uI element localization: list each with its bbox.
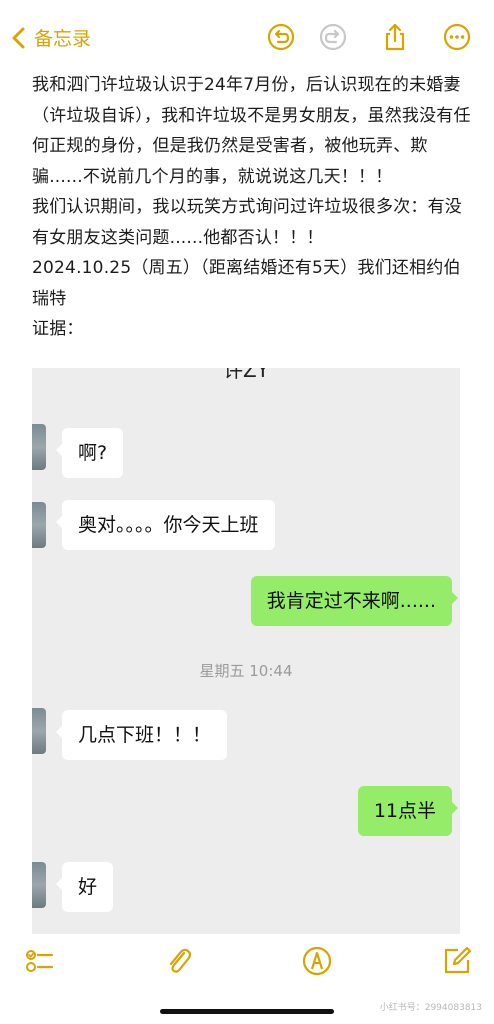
chat-bubble: 我肯定过不来啊...... [250,576,459,626]
chevron-left-icon [12,27,25,48]
note-paragraph: 2024.10.25（周五）（距离结婚还有5天）我们还相约伯瑞特 [32,258,461,309]
avatar [32,708,46,754]
attachment-icon[interactable] [162,944,196,978]
back-label: 备忘录 [34,28,92,50]
markup-icon[interactable] [300,944,334,978]
chat-bubble: 11点半 [357,786,459,836]
back-button[interactable]: 备忘录 [10,24,91,51]
note-paragraph: 证据： [32,319,84,339]
avatar [32,502,46,548]
chat-bubble: 奥对。。。。你今天上班 [56,500,275,550]
checklist-icon[interactable] [22,944,56,978]
note-body[interactable]: 我和泗门许垃圾认识于24年7月份，后认识现在的未婚妻（许垃圾自诉），我和许垃圾不… [32,70,472,345]
share-icon[interactable] [380,22,410,52]
avatar [32,424,46,470]
chat-screenshot-image[interactable]: 许ZY 啊? 奥对。。。。你今天上班 我肯定过不来啊...... 星期五 10:… [32,368,460,934]
redo-icon[interactable] [318,22,348,52]
chat-bubble: 几点下班！！！ [55,710,228,760]
note-paragraph: 我和泗门许垃圾认识于24年7月份，后认识现在的未婚妻（许垃圾自诉），我和许垃圾不… [32,75,471,187]
undo-icon[interactable] [266,22,296,52]
chat-title: 许ZY [223,368,269,382]
chat-bubble: 啊? [55,428,124,478]
watermark-text: 小红书号：2994083813 [379,1003,482,1013]
chat-timestamp: 星期五 10:44 [199,662,293,680]
home-indicator[interactable] [160,1009,334,1014]
top-nav-bar: 备忘录 [0,18,494,62]
more-options-icon[interactable] [442,22,472,52]
chat-bubble: 好 [55,862,114,912]
avatar [32,862,46,908]
note-paragraph: 我们认识期间，我以玩笑方式询问过许垃圾很多次：有没有女朋友这类问题......他… [32,197,462,248]
compose-icon[interactable] [440,944,474,978]
